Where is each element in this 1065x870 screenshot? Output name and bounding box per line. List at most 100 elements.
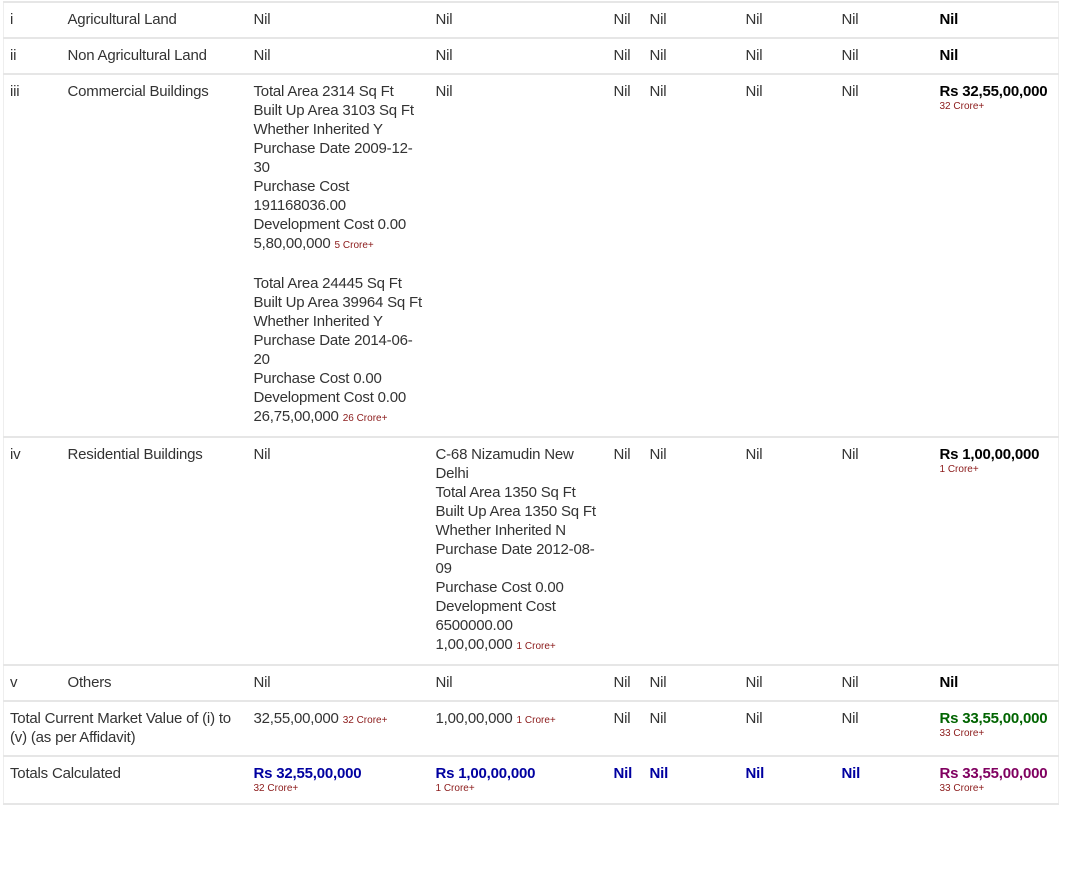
property-detail: Purchase Cost 0.00 (253, 370, 382, 387)
cell-value: Nil (649, 83, 667, 100)
property-detail: Built Up Area 1350 Sq Ft (435, 503, 596, 520)
value-cell: Nil (643, 436, 740, 665)
value-cell: Nil (739, 37, 836, 74)
crore-note: 33 Crore+ (939, 728, 985, 739)
property-detail: Development Cost 6500000.00 (435, 598, 556, 634)
value-cell: Nil (835, 700, 934, 756)
property-entry: Total Area 2314 Sq Ft Built Up Area 3103 … (254, 82, 426, 255)
total-cell: Nil (933, 664, 1059, 701)
value-cell: Nil (247, 37, 430, 74)
property-value: 26,75,00,000 (253, 408, 339, 425)
cell-value: Nil (745, 710, 763, 727)
value-cell: Rs 32,55,00,000 32 Crore+ (247, 755, 430, 805)
value-cell: Nil (247, 1, 430, 38)
cell-value: Nil (745, 446, 763, 463)
value-cell: Nil (429, 73, 608, 437)
crore-note: 32 Crore+ (342, 715, 388, 726)
cell-value: Nil (613, 83, 631, 100)
cell-value: Nil (745, 765, 765, 782)
cell-value: Nil (841, 710, 859, 727)
value-cell: Nil (643, 37, 740, 74)
property-entry: Total Area 24445 Sq Ft Built Up Area 3996… (254, 274, 426, 428)
row-label: Totals Calculated (10, 765, 121, 782)
total-cell: Nil (933, 37, 1059, 74)
crore-note: 1 Crore+ (516, 641, 556, 652)
crore-note: 32 Crore+ (253, 783, 299, 794)
value-cell: Nil (739, 664, 836, 701)
table-row: v Others Nil Nil Nil Nil Nil Nil Nil (3, 664, 1059, 701)
property-detail: Built Up Area 39964 Sq Ft (253, 294, 423, 311)
row-description: Residential Buildings (67, 446, 203, 463)
description-cell: Agricultural Land (61, 1, 248, 38)
cell-value: Nil (841, 674, 859, 691)
cell-value: Nil (649, 446, 667, 463)
property-detail: Development Cost 0.00 (253, 389, 407, 406)
row-number: iii (10, 83, 20, 100)
cell-value: Rs 32,55,00,000 (253, 765, 362, 782)
description-cell: Non Agricultural Land (61, 37, 248, 74)
property-detail: Purchase Date 2009-12-30 (253, 140, 413, 176)
value-cell: Nil (835, 73, 934, 437)
value-cell: Nil (643, 700, 740, 756)
cell-value: Nil (841, 83, 859, 100)
crore-note: 1 Crore+ (939, 464, 979, 475)
row-description: Commercial Buildings (67, 83, 209, 100)
value-cell: Nil (643, 755, 740, 805)
row-number: i (10, 11, 14, 28)
value-cell: Nil (607, 436, 644, 665)
value-cell: Nil (607, 37, 644, 74)
cell-value: Nil (613, 11, 631, 28)
property-detail: Whether Inherited Y (253, 121, 384, 138)
property-entry: C-68 Nizamudin New Delhi Total Area 1350 … (436, 445, 604, 656)
value-cell: Nil (607, 664, 644, 701)
property-detail: Purchase Date 2012-08-09 (435, 541, 595, 577)
crore-note: 1 Crore+ (435, 783, 475, 794)
row-description: Others (67, 674, 112, 691)
cell-value: Nil (435, 674, 453, 691)
value-cell: Nil (429, 1, 608, 38)
row-number-cell: v (3, 664, 62, 701)
cell-value: Nil (253, 674, 271, 691)
cell-value: Nil (841, 446, 859, 463)
row-description: Non Agricultural Land (67, 47, 207, 64)
value-cell: Nil (607, 73, 644, 437)
value-cell: C-68 Nizamudin New Delhi Total Area 1350 … (429, 436, 608, 665)
cell-value: Rs 1,00,00,000 (435, 765, 536, 782)
value-cell: Nil (429, 37, 608, 74)
description-cell: Commercial Buildings (61, 73, 248, 437)
row-total: Rs 33,55,00,000 (939, 710, 1048, 727)
crore-note: 26 Crore+ (342, 413, 388, 424)
total-cell: Rs 32,55,00,000 32 Crore+ (933, 73, 1059, 437)
property-detail: Purchase Cost 0.00 (435, 579, 564, 596)
value-cell: Nil (739, 436, 836, 665)
property-detail: Total Area 24445 Sq Ft (253, 275, 402, 292)
cell-value: Nil (435, 11, 453, 28)
value-cell: Nil (835, 755, 934, 805)
cell-value: Nil (745, 47, 763, 64)
value-cell: Nil (739, 755, 836, 805)
property-detail: C-68 Nizamudin New Delhi (435, 446, 574, 482)
cell-value: Nil (613, 765, 633, 782)
property-value: 1,00,00,000 (435, 636, 513, 653)
cell-value: Nil (649, 710, 667, 727)
value-cell: Nil (739, 73, 836, 437)
affidavit-row: Total Current Market Value of (i) to (v)… (3, 700, 1059, 756)
row-total: Nil (939, 47, 959, 64)
total-cell: Rs 33,55,00,000 33 Crore+ (933, 700, 1059, 756)
cell-value: Nil (745, 83, 763, 100)
total-cell: Rs 1,00,00,000 1 Crore+ (933, 436, 1059, 665)
value-cell: Nil (607, 755, 644, 805)
property-value: 5,80,00,000 (253, 235, 331, 252)
value-cell: Nil (643, 73, 740, 437)
property-detail: Purchase Cost 191168036.00 (253, 178, 350, 214)
row-number-cell: i (3, 1, 62, 38)
cell-value: Nil (435, 83, 453, 100)
row-description: Agricultural Land (67, 11, 177, 28)
cell-value: Nil (435, 47, 453, 64)
value-cell: Nil (835, 1, 934, 38)
row-number-cell: iii (3, 73, 62, 437)
cell-value: Nil (841, 765, 861, 782)
immovable-assets-table: i Agricultural Land Nil Nil Nil Nil Nil Nil Nil i… (3, 1, 1059, 805)
total-cell: Rs 33,55,00,000 33 Crore+ (933, 755, 1059, 805)
value-cell: Rs 1,00,00,000 1 Crore+ (429, 755, 608, 805)
